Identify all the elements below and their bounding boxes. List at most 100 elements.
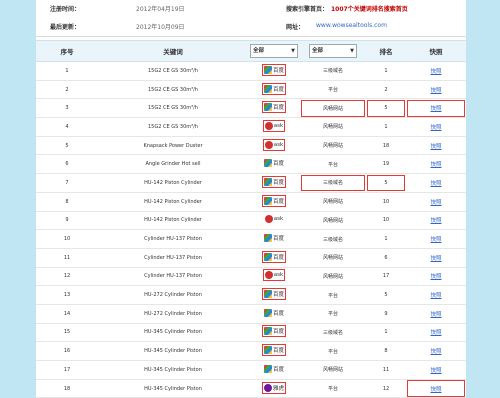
site-link[interactable]: www.wowsealtools.com [316, 22, 387, 29]
snapshot-link[interactable]: 快照 [430, 88, 441, 94]
row-keyword: HU-142 Piston Cylinder [98, 211, 248, 231]
search-engine-label: 百度 [272, 329, 284, 336]
row-snapshot: 快照 [406, 379, 466, 398]
row-number: 1 [36, 61, 98, 81]
row-level: 三级域名 [300, 323, 366, 343]
snapshot-link[interactable]: 快照 [430, 330, 441, 336]
table-row: 3 15G2 CE GS 30m³/h 百度 风畅网站 5 快照 [36, 98, 466, 119]
row-rank: 1 [366, 61, 406, 81]
snapshot-link[interactable]: 快照 [430, 125, 441, 131]
search-engine-label: ask [273, 216, 284, 223]
row-engine: 百度 [248, 285, 300, 305]
row-level: 三级域名 [300, 229, 366, 249]
snapshot-link[interactable]: 快照 [430, 274, 441, 280]
row-snapshot: 快照 [406, 173, 466, 193]
snapshot-link[interactable]: 快照 [430, 312, 441, 318]
row-rank: 6 [366, 248, 406, 268]
table-header-row: 序号 关键词 全部 ▼ 全部 ▼ 排名 快照 [36, 40, 466, 62]
baidu-logo-icon [263, 177, 272, 186]
search-engine-badge: 百度 [263, 234, 284, 243]
row-snapshot: 快照 [406, 154, 466, 175]
row-number: 4 [36, 117, 98, 137]
row-keyword: HU-345 Cylinder Piston [98, 341, 248, 361]
search-engine-label: 百度 [272, 348, 284, 355]
row-rank: 1 [366, 323, 406, 343]
snapshot-link[interactable]: 快照 [430, 69, 441, 75]
table-row: 6 Angle Grinder Hot sell 百度 平台 19 快照 [36, 154, 466, 175]
row-engine: 百度 [248, 360, 300, 380]
row-keyword: 15G2 CE GS 30m³/h [98, 61, 248, 81]
baidu-logo-icon [263, 252, 272, 261]
reg-time-value: 2012年04月19日 [136, 6, 185, 13]
reg-time-label: 注册时间： [50, 6, 81, 13]
snapshot-link[interactable]: 快照 [430, 387, 441, 393]
table-body: 1 15G2 CE GS 30m³/h 百度 三级域名 1 快照 2 15G2 CE GS 3… [36, 61, 466, 398]
ask-logo-icon [264, 215, 273, 224]
snapshot-link[interactable]: 快照 [430, 293, 441, 299]
row-level: 风畅网站 [300, 136, 366, 156]
row-snapshot: 快照 [406, 61, 466, 81]
snapshot-link[interactable]: 快照 [430, 162, 441, 168]
baidu-logo-icon [263, 159, 272, 168]
row-keyword: HU-272 Cylinder Piston [98, 304, 248, 324]
snapshot-link[interactable]: 快照 [430, 200, 441, 206]
row-number: 6 [36, 154, 98, 175]
search-engine-label: 百度 [272, 198, 284, 205]
row-level: 平台 [300, 285, 366, 305]
row-keyword: 15G2 CE GS 30m³/h [98, 117, 248, 137]
row-keyword: Cylinder HU-137 Piston [98, 229, 248, 249]
search-engine-badge: 百度 [263, 364, 284, 373]
row-rank: 11 [366, 360, 406, 380]
row-number: 11 [36, 248, 98, 268]
snapshot-link[interactable]: 快照 [430, 106, 441, 112]
row-rank: 10 [366, 192, 406, 212]
row-engine: 百度 [248, 61, 300, 81]
row-number: 2 [36, 80, 98, 100]
row-keyword: Knapsack Power Duster [98, 136, 248, 156]
engine-filter-select[interactable]: 全部 ▼ [250, 44, 298, 58]
chevron-down-icon: ▼ [291, 48, 295, 54]
table-row: 10 Cylinder HU-137 Piston 百度 三级域名 1 快照 [36, 229, 466, 249]
snapshot-link[interactable]: 快照 [430, 237, 441, 243]
row-number: 17 [36, 360, 98, 380]
snapshot-link[interactable]: 快照 [430, 181, 441, 187]
row-snapshot: 快照 [406, 229, 466, 249]
snapshot-link[interactable]: 快照 [430, 256, 441, 262]
snapshot-link[interactable]: 快照 [430, 349, 441, 355]
col-no-header: 序号 [36, 40, 98, 62]
row-snapshot: 快照 [406, 360, 466, 380]
search-engine-label: 百度 [272, 179, 284, 186]
search-engine-label: 百度 [272, 366, 284, 373]
snapshot-link[interactable]: 快照 [430, 368, 441, 374]
search-engine-label: 百度 [272, 236, 284, 243]
row-keyword: 15G2 CE GS 30m³/h [98, 98, 248, 119]
row-keyword: 15G2 CE GS 30m³/h [98, 80, 248, 100]
row-engine: 百度 [248, 154, 300, 175]
table-row: 11 Cylinder HU-137 Piston 百度 风畅网站 6 快照 [36, 248, 466, 268]
row-number: 12 [36, 267, 98, 287]
row-keyword: Angle Grinder Hot sell [98, 154, 248, 175]
row-engine: ask [248, 267, 300, 287]
site-label: 网址： [286, 24, 305, 31]
level-filter-select[interactable]: 全部 ▼ [309, 44, 357, 58]
row-engine: 百度 [248, 80, 300, 100]
row-rank: 5 [366, 285, 406, 305]
table-row: 2 15G2 CE GS 30m³/h 百度 平台 2 快照 [36, 80, 466, 100]
index-value[interactable]: 1007个关键词排名搜索首页 [331, 4, 408, 13]
snapshot-link[interactable]: 快照 [430, 218, 441, 224]
row-rank: 12 [366, 379, 406, 398]
row-level: 风畅网站 [300, 267, 366, 287]
baidu-logo-icon [263, 196, 272, 205]
col-level-header: 全部 ▼ [300, 40, 366, 62]
ask-logo-icon [264, 140, 273, 149]
row-keyword: HU-272 Cylinder Piston [98, 285, 248, 305]
snapshot-link[interactable]: 快照 [430, 144, 441, 150]
row-rank: 5 [366, 98, 406, 119]
row-keyword: HU-142 Piston Cylinder [98, 173, 248, 193]
row-rank: 17 [366, 267, 406, 287]
search-engine-label: 百度 [272, 161, 284, 168]
row-level: 平台 [300, 304, 366, 324]
row-number: 7 [36, 173, 98, 193]
row-keyword: HU-345 Cylinder Piston [98, 379, 248, 398]
row-rank: 8 [366, 341, 406, 361]
